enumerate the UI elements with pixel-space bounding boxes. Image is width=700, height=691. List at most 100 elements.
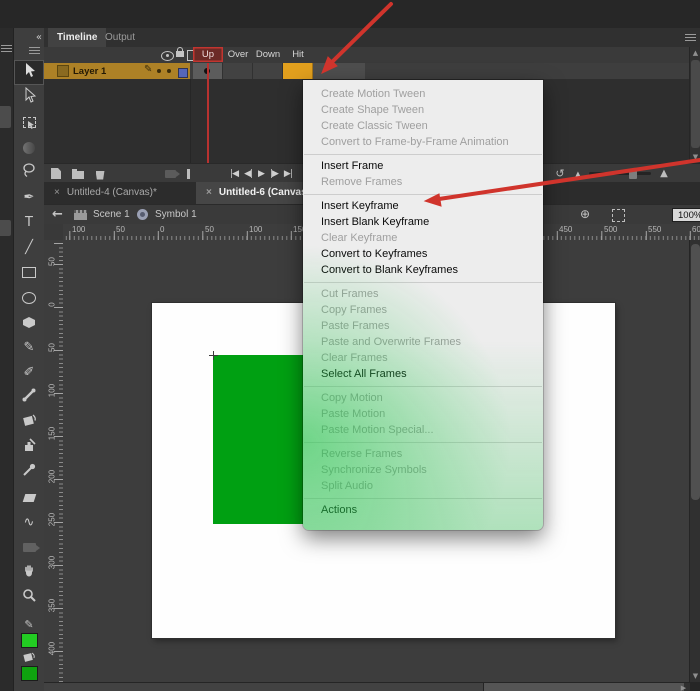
line-tool[interactable]: ╱	[14, 235, 44, 260]
scroll-down-icon[interactable]: ▼	[690, 153, 700, 161]
timeline-scrollbar[interactable]: ▲ ▼	[689, 47, 700, 163]
brush-icon: ✐	[24, 366, 35, 379]
tools-panel-menu-icon[interactable]	[29, 47, 40, 55]
h-ruler-label: 100	[72, 225, 85, 234]
menu-item-insert-blank-keyframe[interactable]: Insert Blank Keyframe	[303, 214, 543, 230]
step-forward-button[interactable]: |▶	[270, 169, 278, 179]
scroll-down-icon[interactable]: ▼	[690, 672, 700, 680]
eyedropper-tool[interactable]	[14, 460, 44, 485]
empty-frame-cells[interactable]	[313, 63, 365, 79]
menu-item-clear-frames: Clear Frames	[303, 350, 543, 366]
layer-lock-dot[interactable]	[167, 69, 171, 73]
selection-tool[interactable]	[14, 60, 44, 85]
eraser-tool[interactable]	[14, 485, 44, 510]
free-transform-tool[interactable]	[14, 110, 44, 135]
canvas-hscroll-thumb[interactable]	[484, 683, 684, 691]
canvas-vscroll-thumb[interactable]	[691, 244, 700, 500]
rectangle-tool[interactable]	[14, 260, 44, 285]
clip-content-icon[interactable]	[612, 209, 625, 222]
menu-item-convert-to-blank-keyframes[interactable]: Convert to Blank Keyframes	[303, 262, 543, 278]
menu-item-convert-to-keyframes[interactable]: Convert to Keyframes	[303, 246, 543, 262]
tab-output[interactable]: Output	[96, 28, 144, 47]
camera-icon	[23, 543, 36, 552]
lock-all-layers-icon[interactable]	[176, 51, 184, 57]
ink-bottle-tool[interactable]	[14, 435, 44, 460]
collapse-panel-icon[interactable]: «	[36, 32, 42, 43]
paint-bucket-tool[interactable]	[14, 410, 44, 435]
frame-label-over[interactable]: Over	[223, 47, 253, 62]
canvas-vertical-scrollbar[interactable]: ▼	[689, 240, 700, 682]
marker-icon[interactable]	[184, 164, 192, 183]
stroke-color-swatch[interactable]	[21, 633, 38, 648]
pen-tool[interactable]: ✒	[14, 185, 44, 210]
width-tool[interactable]: ∿	[14, 510, 44, 535]
layer-visibility-dot[interactable]	[157, 69, 161, 73]
registration-crosshair-icon[interactable]: ⊕	[580, 207, 590, 221]
new-layer-button[interactable]	[48, 164, 64, 183]
menu-separator	[304, 154, 542, 155]
camera-tool[interactable]	[14, 535, 44, 560]
collapsed-panel-tab[interactable]	[0, 220, 11, 236]
play-button[interactable]: ▶	[258, 169, 264, 179]
zoom-tool[interactable]	[14, 585, 44, 610]
timeline-scrollbar-thumb[interactable]	[691, 60, 700, 148]
back-arrow-icon[interactable]: ←	[52, 207, 63, 222]
menu-item-select-all-frames[interactable]: Select All Frames	[303, 366, 543, 382]
reset-timeline-zoom-icon[interactable]: ↺	[552, 164, 568, 183]
frame-cell-down[interactable]	[253, 63, 283, 79]
delete-layer-button[interactable]	[92, 164, 108, 183]
text-tool[interactable]: T	[14, 210, 44, 235]
show-hide-all-layers-icon[interactable]	[161, 51, 174, 61]
frame-cell-over[interactable]	[223, 63, 253, 79]
menu-item-insert-keyframe[interactable]: Insert Keyframe	[303, 198, 543, 214]
h-ruler-label: 600	[692, 225, 700, 234]
step-back-button[interactable]: ◀|	[244, 169, 252, 179]
bone-tool[interactable]	[14, 385, 44, 410]
new-folder-button[interactable]	[70, 164, 86, 183]
frame-label-up[interactable]: Up	[193, 47, 223, 62]
line-icon: ╱	[25, 241, 33, 254]
stroke-color-control[interactable]: ✎	[14, 616, 44, 632]
go-last-frame-button[interactable]: ▶|	[284, 169, 292, 179]
timeline-panel-menu-icon[interactable]	[685, 34, 696, 42]
pencil-tool[interactable]: ✎	[14, 335, 44, 360]
layer-row-layer-1[interactable]: Layer 1 ✎	[44, 63, 190, 79]
breadcrumb-symbol[interactable]: Symbol 1	[155, 209, 197, 220]
scroll-right-icon[interactable]: ▶	[678, 684, 689, 691]
scroll-up-icon[interactable]: ▲	[690, 49, 700, 57]
subselection-tool[interactable]	[14, 85, 44, 110]
fill-color-control[interactable]	[14, 649, 44, 665]
close-tab-icon[interactable]: ×	[206, 187, 212, 198]
v-ruler-label: 400	[48, 642, 57, 656]
oval-tool[interactable]	[14, 285, 44, 310]
gradient-transform-tool[interactable]	[14, 135, 44, 160]
playhead-line[interactable]	[207, 63, 209, 163]
timeline-zoom-slider[interactable]	[587, 164, 653, 183]
menu-separator	[304, 282, 542, 283]
layer-outline-color-swatch[interactable]	[178, 68, 188, 78]
collapsed-panel-dock	[0, 28, 14, 691]
brush-tool[interactable]: ✐	[14, 360, 44, 385]
menu-item-insert-frame[interactable]: Insert Frame	[303, 158, 543, 174]
zoom-level-select[interactable]: 100%	[672, 208, 700, 222]
timeline-zoom-slider-thumb[interactable]	[629, 169, 637, 179]
zoom-in-frames-icon[interactable]: ▲	[656, 164, 672, 183]
menu-separator	[304, 442, 542, 443]
selected-frame-cell-hit[interactable]	[283, 63, 313, 79]
polystar-tool[interactable]	[14, 310, 44, 335]
dock-panel-menu-icon[interactable]	[1, 45, 12, 53]
hand-tool[interactable]	[14, 560, 44, 585]
fill-color-swatch[interactable]	[21, 666, 38, 681]
close-tab-icon[interactable]: ×	[54, 187, 60, 198]
frame-label-hit[interactable]: Hit	[283, 47, 313, 62]
lasso-tool[interactable]	[14, 160, 44, 185]
menu-item-actions[interactable]: Actions	[303, 502, 543, 518]
frame-label-down[interactable]: Down	[253, 47, 283, 62]
zoom-out-frames-icon[interactable]: ▲	[572, 164, 584, 183]
go-first-frame-button[interactable]: |◀	[230, 169, 238, 179]
collapsed-panel-tab[interactable]	[0, 106, 11, 128]
camera-toggle-icon[interactable]	[162, 164, 178, 183]
canvas-horizontal-scrollbar[interactable]: ▶	[44, 682, 690, 691]
document-tab-untitled-4[interactable]: ×Untitled-4 (Canvas)*	[44, 182, 167, 204]
breadcrumb-scene[interactable]: Scene 1	[93, 209, 130, 220]
